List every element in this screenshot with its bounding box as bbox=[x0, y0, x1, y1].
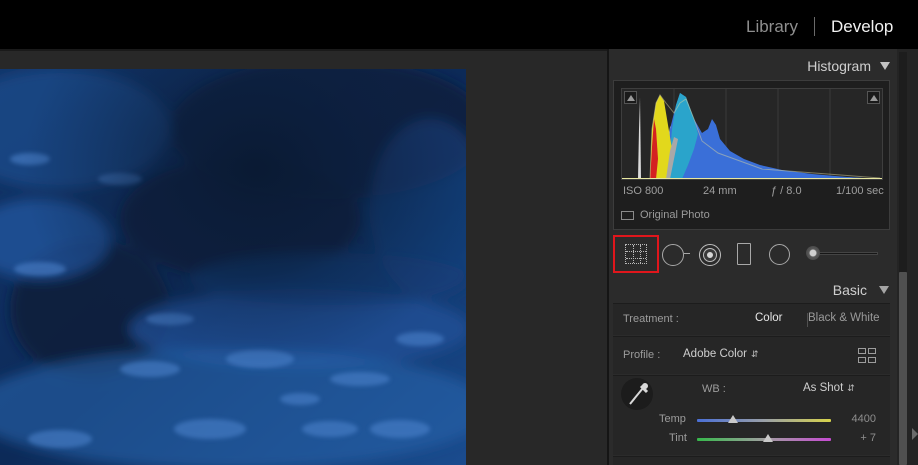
image-workspace bbox=[0, 49, 607, 465]
treatment-row: Treatment : Color Black & White bbox=[613, 303, 890, 335]
scrollbar-thumb[interactable] bbox=[899, 272, 907, 465]
crop-tool-button[interactable] bbox=[613, 235, 659, 273]
basic-header[interactable]: Basic bbox=[612, 279, 894, 301]
wb-label: WB : bbox=[702, 383, 726, 395]
original-photo-icon bbox=[621, 210, 634, 220]
updown-arrows-icon: ⇵ bbox=[750, 349, 759, 359]
temp-label: Temp bbox=[659, 413, 686, 425]
treatment-color-button[interactable]: Color bbox=[755, 312, 782, 324]
graduated-filter-icon[interactable] bbox=[737, 243, 751, 265]
collapse-triangle-icon[interactable] bbox=[879, 286, 889, 294]
profile-browser-icon[interactable] bbox=[858, 348, 877, 364]
exif-shutter: 1/100 sec bbox=[836, 185, 884, 197]
module-separator bbox=[814, 17, 815, 36]
exif-iso: ISO 800 bbox=[623, 185, 664, 197]
spot-removal-arrow-icon bbox=[684, 253, 690, 257]
treatment-label: Treatment : bbox=[623, 313, 679, 325]
module-develop[interactable]: Develop bbox=[831, 17, 893, 37]
temp-value[interactable]: 4400 bbox=[852, 413, 876, 425]
adjustment-brush-icon[interactable] bbox=[806, 246, 820, 260]
temp-slider-thumb[interactable] bbox=[728, 415, 739, 423]
wb-eyedropper-icon[interactable] bbox=[621, 378, 653, 410]
tool-strip bbox=[613, 235, 890, 273]
spot-removal-icon[interactable] bbox=[662, 244, 684, 266]
sky-photo bbox=[0, 69, 466, 465]
updown-arrows-icon: ⇵ bbox=[847, 383, 855, 393]
exif-aperture: ƒ / 8.0 bbox=[771, 185, 802, 197]
exif-focal-length: 24 mm bbox=[703, 185, 737, 197]
profile-select[interactable]: Adobe Color ⇵ bbox=[683, 348, 758, 360]
collapse-triangle-icon[interactable] bbox=[880, 62, 890, 70]
module-library[interactable]: Library bbox=[746, 17, 798, 37]
profile-value: Adobe Color bbox=[683, 348, 747, 360]
temp-slider-track[interactable] bbox=[697, 419, 831, 422]
crop-overlay-icon bbox=[625, 244, 647, 264]
histogram-title: Histogram bbox=[807, 58, 871, 74]
next-basic-row bbox=[613, 456, 890, 465]
profile-label: Profile : bbox=[623, 349, 661, 361]
original-photo-label: Original Photo bbox=[640, 209, 710, 221]
wb-select[interactable]: As Shot ⇵ bbox=[803, 382, 855, 394]
basic-title: Basic bbox=[832, 282, 867, 298]
shadow-clipping-icon[interactable] bbox=[624, 91, 637, 104]
highlight-clipping-icon[interactable] bbox=[867, 91, 880, 104]
treatment-bw-button[interactable]: Black & White bbox=[808, 312, 880, 324]
histogram-panel: ISO 800 24 mm ƒ / 8.0 1/100 sec Original… bbox=[613, 80, 890, 230]
wb-value: As Shot bbox=[803, 382, 844, 394]
tint-label: Tint bbox=[669, 432, 687, 444]
scrollbar-track-top bbox=[899, 52, 907, 272]
panel-collapse-arrow-icon[interactable] bbox=[912, 428, 918, 440]
radial-filter-icon[interactable] bbox=[769, 244, 790, 265]
original-photo-toggle[interactable]: Original Photo bbox=[621, 209, 710, 221]
histogram-graph[interactable] bbox=[621, 88, 883, 180]
tint-value[interactable]: + 7 bbox=[860, 432, 876, 444]
histogram-header[interactable]: Histogram bbox=[612, 55, 894, 77]
module-picker-bar: Library Develop bbox=[0, 0, 918, 49]
photo-preview[interactable] bbox=[0, 69, 466, 465]
tint-slider-thumb[interactable] bbox=[763, 434, 774, 442]
histogram-chart bbox=[622, 89, 882, 180]
profile-row: Profile : Adobe Color ⇵ bbox=[613, 336, 890, 374]
white-balance-row: WB : As Shot ⇵ Temp 4400 Tint + 7 bbox=[613, 375, 890, 455]
red-eye-icon[interactable] bbox=[699, 244, 721, 266]
